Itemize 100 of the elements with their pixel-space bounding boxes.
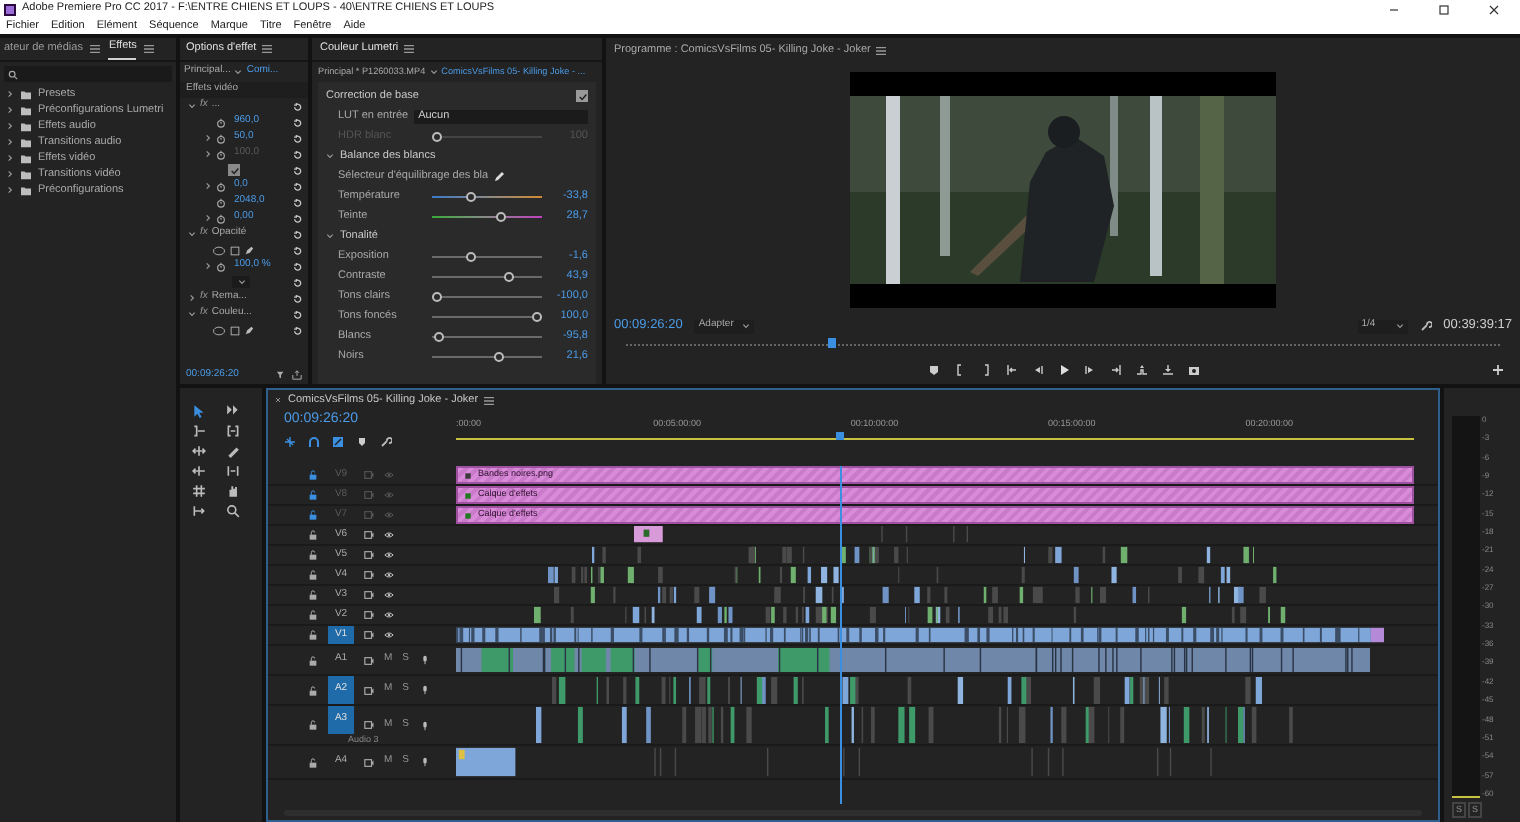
reset-icon[interactable]	[292, 293, 302, 303]
lock-icon[interactable]	[308, 720, 318, 730]
menu-icon[interactable]	[404, 44, 415, 54]
film-icon[interactable]	[364, 570, 374, 580]
pen-icon[interactable]	[244, 245, 254, 255]
film-icon[interactable]	[364, 720, 374, 730]
stopwatch-icon[interactable]	[216, 213, 226, 223]
stopwatch-icon[interactable]	[216, 181, 226, 191]
reset-icon[interactable]	[292, 117, 302, 127]
lock-icon[interactable]	[308, 685, 318, 695]
chevron-icon[interactable]	[204, 262, 212, 270]
stopwatch-icon[interactable]	[216, 197, 226, 207]
marker-icon[interactable]	[356, 435, 368, 447]
reset-icon[interactable]	[292, 133, 302, 143]
arrow-icon[interactable]	[192, 404, 206, 418]
reset-icon[interactable]	[292, 245, 302, 255]
play-icon[interactable]	[1057, 364, 1069, 376]
caret-icon[interactable]	[741, 322, 750, 330]
checkbox[interactable]	[576, 90, 588, 102]
lock-icon[interactable]	[308, 757, 318, 767]
stopwatch-icon[interactable]	[216, 149, 226, 159]
slider[interactable]	[432, 131, 542, 141]
pen-icon[interactable]	[244, 325, 254, 335]
lock-icon[interactable]	[308, 490, 318, 500]
reset-icon[interactable]	[292, 325, 302, 335]
menu-icon[interactable]	[262, 44, 273, 54]
caret-icon[interactable]	[429, 68, 438, 76]
reset-icon[interactable]	[292, 261, 302, 271]
step-forward-icon[interactable]	[1083, 364, 1095, 376]
lock-icon[interactable]	[308, 510, 318, 520]
chevron-icon[interactable]	[204, 134, 212, 142]
search-field[interactable]	[4, 66, 172, 82]
lock-icon[interactable]	[308, 590, 318, 600]
eye-icon[interactable]	[384, 610, 394, 620]
eye-icon[interactable]	[384, 570, 394, 580]
ellipse-mask-icon[interactable]	[212, 245, 226, 255]
slider-thumb[interactable]	[496, 211, 506, 221]
maximize-icon[interactable]	[1438, 3, 1450, 15]
link-icon[interactable]	[332, 435, 344, 447]
reset-icon[interactable]	[292, 181, 302, 191]
reset-icon[interactable]	[292, 229, 302, 239]
slider[interactable]	[432, 291, 542, 301]
menu-icon[interactable]	[484, 395, 495, 405]
wrench-icon[interactable]	[1419, 320, 1432, 332]
filter-icon[interactable]	[276, 370, 286, 380]
slide-icon[interactable]	[225, 464, 239, 478]
chevron-icon[interactable]	[204, 182, 212, 190]
slider-thumb[interactable]	[493, 351, 503, 361]
eyedropper-icon[interactable]	[494, 170, 507, 182]
export-icon[interactable]	[292, 370, 302, 380]
stopwatch-icon[interactable]	[216, 117, 226, 127]
film-icon[interactable]	[364, 685, 374, 695]
stretch-icon[interactable]	[192, 444, 206, 458]
lock-icon[interactable]	[308, 570, 318, 580]
marker-icon[interactable]	[927, 364, 939, 376]
slider-thumb[interactable]	[434, 331, 444, 341]
step-back-icon[interactable]	[1031, 364, 1043, 376]
eye-icon[interactable]	[384, 550, 394, 560]
lock-icon[interactable]	[308, 655, 318, 665]
slider-thumb[interactable]	[532, 311, 542, 321]
reset-icon[interactable]	[292, 165, 302, 175]
ellipse-mask-icon[interactable]	[212, 325, 226, 335]
eye-icon[interactable]	[384, 630, 394, 640]
reset-icon[interactable]	[292, 309, 302, 319]
slip-icon[interactable]	[192, 464, 206, 478]
menu-icon[interactable]	[144, 44, 155, 54]
chevron-icon[interactable]	[326, 232, 334, 240]
zoom-icon[interactable]	[225, 504, 239, 518]
nest-icon[interactable]	[284, 435, 296, 447]
checkbox[interactable]	[228, 164, 240, 176]
lock-icon[interactable]	[308, 630, 318, 640]
film-icon[interactable]	[364, 530, 374, 540]
skip-forward-icon[interactable]	[1109, 364, 1121, 376]
stopwatch-icon[interactable]	[216, 133, 226, 143]
playhead[interactable]	[835, 432, 844, 440]
menu-icon[interactable]	[90, 44, 101, 54]
film-icon[interactable]	[364, 550, 374, 560]
lock-icon[interactable]	[308, 550, 318, 560]
plus-icon[interactable]	[1492, 364, 1504, 376]
rectangle-mask-icon[interactable]	[230, 325, 240, 335]
lock-icon[interactable]	[308, 470, 318, 480]
caret-icon[interactable]	[234, 68, 243, 76]
razor-icon[interactable]	[225, 444, 239, 458]
dropdown[interactable]	[232, 276, 250, 288]
eye-icon[interactable]	[384, 590, 394, 600]
chevron-icon[interactable]	[188, 310, 196, 318]
chevron-icon[interactable]	[204, 214, 212, 222]
stopwatch-icon[interactable]	[216, 261, 226, 271]
rectangle-mask-icon[interactable]	[230, 245, 240, 255]
caret-icon[interactable]	[1395, 322, 1404, 330]
reset-icon[interactable]	[292, 213, 302, 223]
slider[interactable]	[432, 331, 542, 341]
slider-thumb[interactable]	[465, 191, 475, 201]
close-icon[interactable]	[1488, 3, 1500, 15]
wrench-icon[interactable]	[380, 435, 392, 447]
chevron-icon[interactable]	[188, 230, 196, 238]
reset-icon[interactable]	[292, 149, 302, 159]
lock-icon[interactable]	[308, 610, 318, 620]
slider-thumb[interactable]	[504, 271, 514, 281]
film-icon[interactable]	[364, 630, 374, 640]
